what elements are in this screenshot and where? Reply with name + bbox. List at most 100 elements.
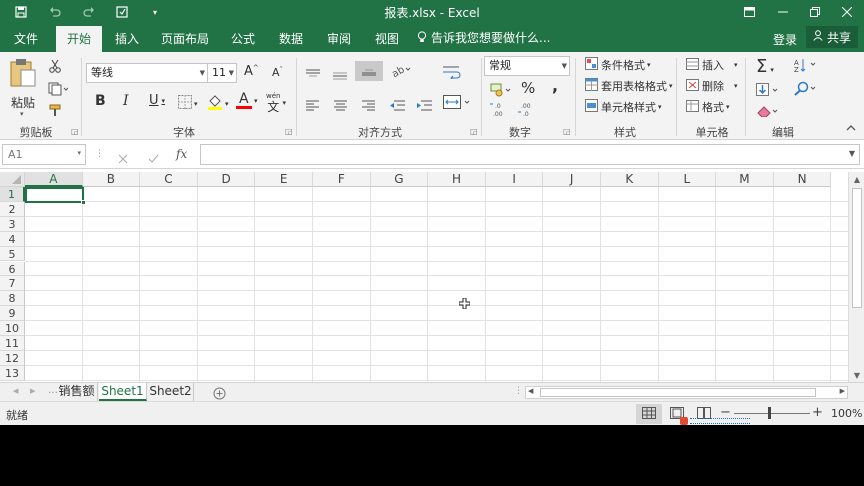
underline-button[interactable]: U ▾ (149, 93, 165, 108)
format-cells-button[interactable]: 格式 ▾ (686, 99, 730, 115)
tab-page-layout[interactable]: 页面布局 (156, 26, 214, 52)
tab-insert[interactable]: 插入 (106, 26, 148, 52)
format-as-table-button[interactable]: 套用表格格式 ▾ (585, 78, 673, 94)
minimize-icon[interactable] (766, 0, 800, 24)
font-color-button[interactable]: A ▾ (236, 91, 258, 110)
tab-home[interactable]: 开始 (56, 26, 102, 52)
orientation-icon[interactable]: ab (390, 62, 412, 82)
column-header-k[interactable]: K (601, 172, 659, 187)
italic-button[interactable]: I (123, 93, 129, 109)
vertical-scroll-thumb[interactable] (852, 188, 862, 308)
tab-formulas[interactable]: 公式 (222, 26, 264, 52)
column-header-j[interactable]: J (543, 172, 601, 187)
expand-formula-icon[interactable]: ▼ (849, 149, 855, 158)
cell-styles-button[interactable]: 单元格样式 ▾ (585, 99, 662, 115)
align-left-icon[interactable] (306, 96, 319, 115)
row-header-13[interactable]: 13 (0, 365, 25, 381)
font-launcher-icon[interactable]: ◲ (285, 127, 293, 136)
sort-filter-icon[interactable]: AZ (794, 57, 818, 77)
horizontal-scroll-thumb[interactable] (540, 388, 816, 397)
increase-indent-icon[interactable] (416, 96, 432, 115)
align-middle-icon[interactable] (333, 66, 347, 85)
column-header-n[interactable]: N (773, 172, 832, 187)
name-box[interactable]: A1 ▾ (2, 144, 86, 165)
align-bottom-icon[interactable] (355, 61, 383, 81)
cut-icon[interactable] (48, 58, 62, 77)
tab-file[interactable]: 文件 (6, 26, 46, 52)
scroll-up-icon[interactable]: ▲ (849, 172, 864, 188)
decrease-indent-icon[interactable] (389, 96, 405, 115)
tab-view[interactable]: 视图 (366, 26, 408, 52)
scroll-right-icon[interactable]: ▶ (840, 387, 845, 395)
font-size-combo[interactable]: 11 ▼ (207, 63, 237, 83)
next-sheet-icon[interactable]: ▶ (30, 387, 35, 395)
row-header-3[interactable]: 3 (0, 216, 25, 232)
format-painter-icon[interactable] (49, 102, 62, 121)
column-header-i[interactable]: I (485, 172, 544, 187)
column-header-l[interactable]: L (658, 172, 717, 187)
clear-icon[interactable] (756, 102, 782, 121)
zoom-slider-thumb[interactable] (768, 407, 771, 419)
fill-down-icon[interactable] (756, 82, 782, 101)
collapse-ribbon-icon[interactable] (846, 124, 856, 135)
column-header-d[interactable]: D (197, 172, 256, 187)
column-header-m[interactable]: M (716, 172, 774, 187)
font-name-combo[interactable]: 等线 ▼ (86, 63, 208, 83)
row-header-4[interactable]: 4 (0, 231, 25, 247)
paste-button[interactable]: 粘贴 ▾ (6, 56, 40, 118)
shrink-font-button[interactable]: Aˇ (272, 66, 283, 80)
align-center-icon[interactable] (334, 96, 347, 115)
sheet-tab-sheet1[interactable]: Sheet1 (99, 383, 147, 401)
cancel-icon[interactable] (118, 149, 128, 168)
grow-font-button[interactable]: A ^ (244, 64, 259, 80)
comma-button[interactable]: , (552, 76, 558, 95)
zoom-level[interactable]: 100% (831, 407, 862, 420)
row-header-7[interactable]: 7 (0, 276, 25, 292)
enter-icon[interactable] (148, 149, 159, 168)
column-header-h[interactable]: H (428, 172, 486, 187)
row-header-11[interactable]: 11 (0, 336, 25, 351)
percent-button[interactable]: % (521, 79, 535, 97)
column-header-e[interactable]: E (255, 172, 313, 187)
find-select-icon[interactable] (794, 81, 818, 101)
bold-button[interactable]: B (95, 93, 106, 109)
row-header-12[interactable]: 12 (0, 350, 25, 366)
insert-function-icon[interactable]: fx (176, 147, 187, 161)
column-header-a[interactable]: A (25, 172, 83, 187)
row-header-8[interactable]: 8 (0, 291, 25, 307)
row-header-1[interactable]: 1 (0, 187, 25, 202)
insert-cells-button[interactable]: 插入 ▾ (686, 57, 738, 73)
wrap-text-icon[interactable] (443, 64, 461, 83)
login-link[interactable]: 登录 (773, 31, 797, 48)
sheet-tab-sales[interactable]: 销售额 (56, 383, 98, 401)
share-button[interactable]: 共享 (806, 26, 858, 48)
ribbon-display-icon[interactable] (732, 0, 766, 24)
increase-decimal-icon[interactable]: .0.00 (490, 101, 508, 121)
autosum-icon[interactable]: Σ ▾ (756, 56, 774, 77)
zoom-slider[interactable] (734, 413, 810, 414)
close-icon[interactable] (830, 0, 864, 24)
tab-review[interactable]: 审阅 (318, 26, 360, 52)
row-header-5[interactable]: 5 (0, 246, 25, 262)
delete-cells-button[interactable]: 删除 ▾ (686, 78, 738, 94)
formula-input[interactable]: ▼ (200, 144, 860, 165)
copy-icon[interactable] (48, 81, 69, 100)
fill-color-button[interactable]: ▾ (207, 94, 229, 113)
decrease-decimal-icon[interactable]: .00.0 (518, 101, 536, 121)
row-header-2[interactable]: 2 (0, 201, 25, 217)
worksheet-grid[interactable]: ABCDEFGHIJKLMN 1 2 3 4 5 6 7 8 9 10 11 12 13 (0, 172, 848, 382)
conditional-format-button[interactable]: 条件格式 ▾ (585, 57, 651, 73)
row-header-6[interactable]: 6 (0, 261, 25, 277)
column-header-b[interactable]: B (82, 172, 141, 187)
number-format-combo[interactable]: 常规 ▼ (484, 56, 570, 76)
borders-button[interactable]: ▾ (178, 95, 198, 112)
column-header-c[interactable]: C (140, 172, 198, 187)
vertical-scrollbar[interactable]: ▲ ▼ (848, 172, 864, 384)
zoom-in-icon[interactable]: + (812, 405, 823, 420)
merge-center-icon[interactable] (443, 94, 471, 113)
prev-sheet-icon[interactable]: ◀ (13, 387, 18, 395)
tell-me-search[interactable]: 告诉我您想要做什么... (431, 29, 550, 46)
clipboard-launcher-icon[interactable]: ◲ (71, 127, 79, 136)
tab-split-handle[interactable]: ⋮ (514, 386, 523, 396)
column-header-f[interactable]: F (313, 172, 371, 187)
